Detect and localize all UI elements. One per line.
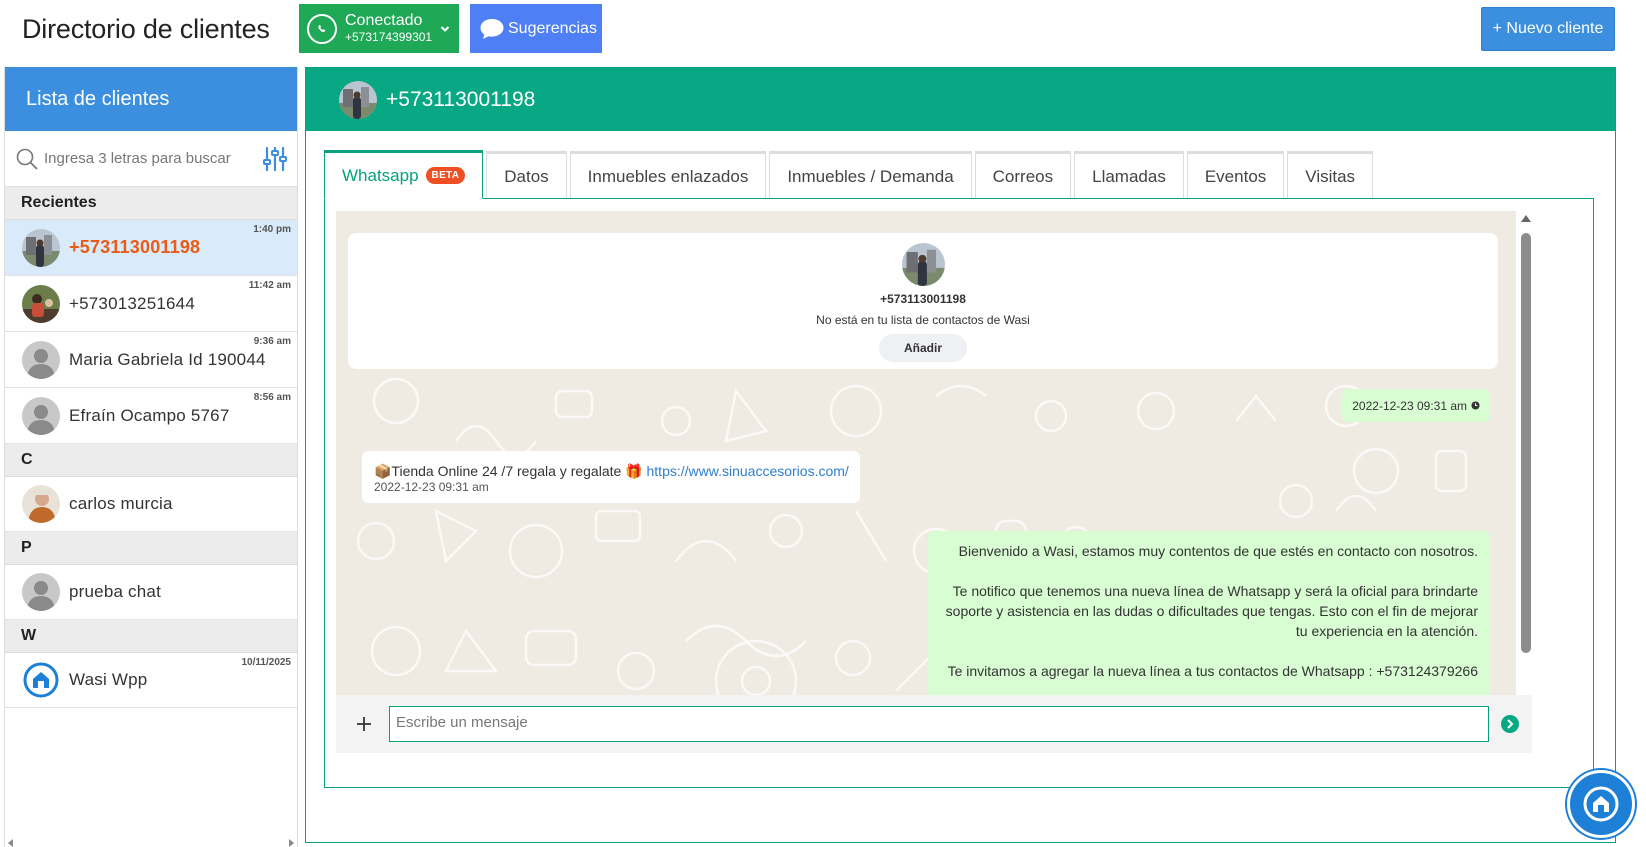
clock-icon (1471, 401, 1480, 410)
avatar (901, 243, 945, 286)
help-chat-button[interactable] (1567, 770, 1635, 838)
whatsapp-icon (307, 13, 337, 44)
tab-correos[interactable]: Correos (974, 151, 1072, 199)
avatar (22, 228, 60, 267)
contact-time: 9:36 am (253, 336, 291, 347)
tab-label: Whatsapp (342, 165, 419, 185)
section-header-recientes: Recientes (5, 187, 297, 220)
search-bar (5, 131, 297, 187)
unknown-contact-card: +573113001198 No está en tu lista de con… (348, 233, 1498, 369)
contact-item[interactable]: Efraín Ocampo 5767 8:56 am (5, 388, 297, 444)
incoming-message-bubble: 📦Tienda Online 24 /7 regala y regalate 🎁… (362, 451, 860, 503)
message-link[interactable]: https://www.sinuaccesorios.com/ (647, 463, 849, 479)
whatsapp-connection-dropdown[interactable]: Conectado +573174399301 (299, 4, 459, 53)
contact-time: 1:40 pm (253, 224, 291, 235)
contact-item[interactable]: +573013251644 11:42 am (5, 276, 297, 332)
avatar (22, 573, 60, 611)
detail-tabs: Whatsapp BETA Datos Inmuebles enlazados … (324, 150, 1376, 199)
tab-llamadas[interactable]: Llamadas (1074, 151, 1184, 199)
top-bar: Directorio de clientes Conectado +573174… (0, 0, 1646, 62)
avatar (22, 340, 60, 379)
scroll-up-arrow-icon[interactable] (1521, 215, 1531, 222)
avatar (339, 80, 377, 119)
tab-datos[interactable]: Datos (486, 151, 567, 199)
message-input[interactable] (389, 706, 1489, 742)
outgoing-message-bubble: Bienvenido a Wasi, estamos muy contentos… (928, 531, 1490, 721)
contact-time: 10/11/2025 (241, 657, 292, 668)
contact-item[interactable]: +573113001198 1:40 pm (5, 220, 297, 276)
message-paragraph: Te notifico que tenemos una nueva línea … (945, 583, 1478, 639)
new-client-button[interactable]: + Nuevo cliente (1481, 7, 1615, 51)
contact-name: Wasi Wpp (69, 670, 148, 689)
wasi-home-icon (1583, 786, 1619, 822)
tab-inmuebles-demanda[interactable]: Inmuebles / Demanda (769, 151, 972, 199)
client-detail-panel: +573113001198 Whatsapp BETA Datos Inmueb… (305, 67, 1616, 843)
tab-eventos[interactable]: Eventos (1186, 151, 1285, 199)
client-list-sidebar: Lista de clientes Recientes +57311300119… (4, 67, 298, 847)
contact-name: +573013251644 (69, 293, 195, 313)
sidebar-title: Lista de clientes (5, 67, 297, 131)
search-icon (16, 148, 38, 170)
whatsapp-tab-panel: +573113001198 No está en tu lista de con… (324, 198, 1594, 788)
page-title: Directorio de clientes (22, 14, 270, 44)
avatar (22, 485, 60, 523)
send-icon[interactable] (1501, 715, 1519, 733)
chat-bubble-icon (480, 18, 504, 39)
section-header-p: P (5, 532, 297, 565)
avatar (22, 396, 60, 435)
contact-time: 8:56 am (253, 392, 291, 403)
message-time: 2022-12-23 09:31 am (1352, 398, 1467, 413)
card-phone: +573113001198 (880, 292, 966, 306)
attach-plus-icon[interactable] (352, 712, 376, 736)
tab-inmuebles-enlazados[interactable]: Inmuebles enlazados (569, 151, 767, 199)
contact-time: 11:42 am (248, 280, 291, 291)
contact-item[interactable]: prueba chat (5, 565, 297, 620)
contact-name: +573113001198 (69, 237, 201, 257)
suggestions-button[interactable]: Sugerencias (470, 4, 602, 53)
whatsapp-phone: +573174399301 (345, 29, 433, 44)
message-time: 2022-12-23 09:31 am (374, 480, 489, 494)
contact-item[interactable]: Maria Gabriela Id 190044 9:36 am (5, 332, 297, 388)
add-contact-button[interactable]: Añadir (879, 334, 967, 362)
contact-item[interactable]: carlos murcia (5, 477, 297, 532)
chat-messages-area[interactable]: +573113001198 No está en tu lista de con… (336, 211, 1516, 721)
message-paragraph: Te invitamos a agregar la nueva línea a … (947, 663, 1478, 679)
scrollbar-thumb[interactable] (1521, 233, 1531, 653)
message-body: 📦Tienda Online 24 /7 regala y regalate 🎁 (374, 463, 643, 479)
client-header: +573113001198 (306, 68, 1615, 131)
search-input[interactable] (44, 150, 257, 167)
chat-scrollbar[interactable] (1519, 211, 1533, 721)
client-phone-title: +573113001198 (386, 87, 536, 111)
contact-item[interactable]: Wasi Wpp 10/11/2025 (5, 653, 297, 708)
message-composer (336, 695, 1532, 753)
message-text: 📦Tienda Online 24 /7 regala y regalate 🎁… (374, 463, 849, 480)
tab-whatsapp[interactable]: Whatsapp BETA (324, 150, 484, 199)
filter-sliders-icon[interactable] (263, 146, 287, 172)
contact-name: Efraín Ocampo 5767 (69, 405, 230, 425)
outgoing-message-bubble: 2022-12-23 09:31 am (1342, 389, 1490, 422)
tab-visitas[interactable]: Visitas (1287, 151, 1374, 199)
section-header-w: W (5, 620, 297, 653)
message-paragraph: Bienvenido a Wasi, estamos muy contentos… (958, 543, 1478, 559)
wasi-logo-avatar (22, 661, 60, 699)
contact-name: Maria Gabriela Id 190044 (69, 349, 266, 369)
horizontal-scrollbar[interactable] (5, 839, 297, 847)
whatsapp-status-text: Conectado (345, 12, 423, 30)
card-note: No está en tu lista de contactos de Wasi (816, 313, 1030, 327)
section-header-c: C (5, 444, 297, 477)
contact-name: carlos murcia (69, 494, 173, 513)
beta-badge: BETA (425, 167, 466, 184)
suggestions-label: Sugerencias (508, 19, 597, 37)
chevron-down-icon (440, 25, 450, 32)
avatar (22, 284, 60, 323)
contact-name: prueba chat (69, 582, 161, 601)
